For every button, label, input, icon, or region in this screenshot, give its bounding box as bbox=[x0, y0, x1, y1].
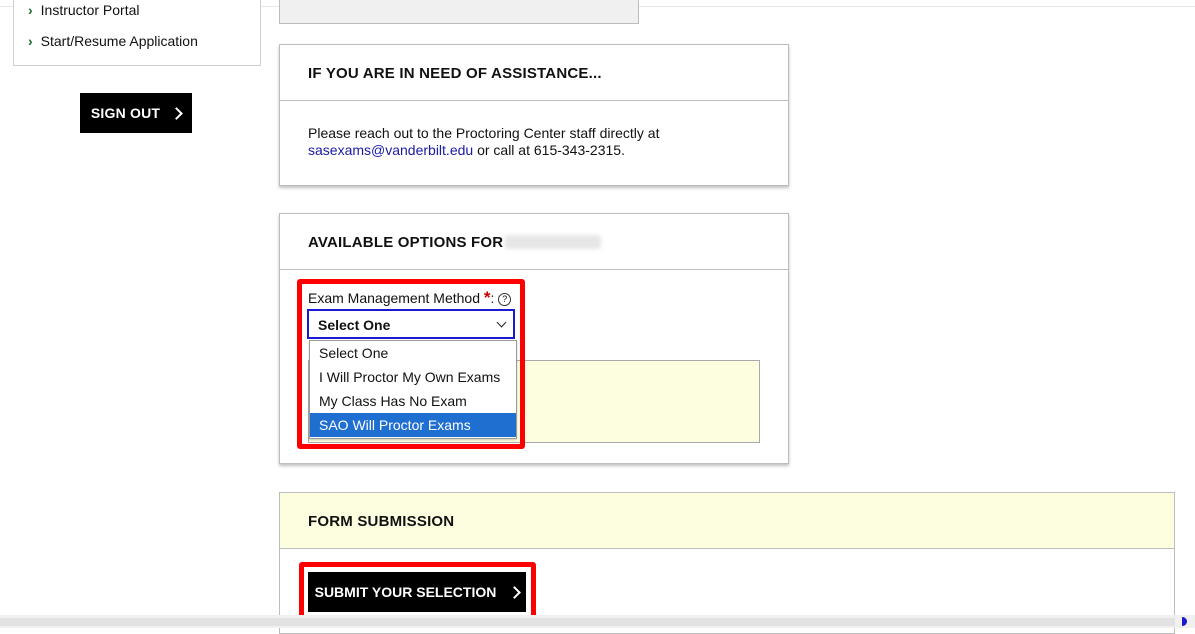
previous-panel-edge bbox=[279, 0, 639, 24]
redacted-course-name bbox=[505, 235, 602, 249]
required-asterisk: * bbox=[483, 288, 491, 307]
sidebar-item-label: Start/Resume Application bbox=[40, 33, 198, 49]
label-colon: : bbox=[490, 290, 495, 306]
panel-header: IF YOU ARE IN NEED OF ASSISTANCE... bbox=[280, 45, 788, 101]
field-label: Exam Management Method bbox=[308, 290, 480, 306]
scrollbar-thumb[interactable] bbox=[0, 618, 1175, 626]
exam-method-select[interactable]: Select One bbox=[307, 309, 515, 339]
chevron-down-icon bbox=[496, 317, 507, 328]
option-proctor-own-exams[interactable]: I Will Proctor My Own Exams bbox=[310, 365, 516, 389]
sign-out-label: SIGN OUT bbox=[90, 105, 161, 121]
support-email-link[interactable]: sasexams@vanderbilt.edu bbox=[308, 142, 473, 158]
option-select-one[interactable]: Select One bbox=[310, 341, 516, 365]
exam-method-options-list: Select One I Will Proctor My Own Exams M… bbox=[309, 340, 517, 439]
select-value: Select One bbox=[318, 317, 391, 333]
chevron-right-icon: › bbox=[28, 2, 33, 18]
panel-header: AVAILABLE OPTIONS FOR bbox=[280, 214, 788, 270]
help-icon[interactable]: ? bbox=[498, 293, 512, 306]
sidebar-item-label: Instructor Portal bbox=[40, 2, 140, 18]
assistance-text-after: or call at 615-343-2315. bbox=[473, 142, 625, 158]
sidebar-item-start-resume-application[interactable]: › Start/Resume Application bbox=[28, 33, 198, 49]
submit-label: SUBMIT YOUR SELECTION bbox=[314, 584, 497, 600]
assistance-text: Please reach out to the Proctoring Cente… bbox=[308, 125, 768, 159]
panel-header: FORM SUBMISSION bbox=[280, 493, 1174, 549]
assistance-text-before: Please reach out to the Proctoring Cente… bbox=[308, 125, 660, 141]
form-submission-panel: FORM SUBMISSION bbox=[279, 492, 1175, 634]
option-no-exam[interactable]: My Class Has No Exam bbox=[310, 389, 516, 413]
sidebar-item-instructor-portal[interactable]: › Instructor Portal bbox=[28, 2, 140, 18]
assistance-title: IF YOU ARE IN NEED OF ASSISTANCE... bbox=[308, 65, 602, 82]
chevron-right-icon bbox=[508, 585, 522, 599]
form-submission-title: FORM SUBMISSION bbox=[308, 513, 455, 530]
sign-out-button[interactable]: SIGN OUT bbox=[80, 93, 192, 133]
option-sao-proctor-exams[interactable]: SAO Will Proctor Exams bbox=[310, 413, 516, 437]
scrollbar-arrow-icon[interactable] bbox=[1182, 617, 1187, 626]
chevron-right-icon: › bbox=[28, 33, 33, 49]
sidebar-nav: › Instructor Portal › Start/Resume Applica… bbox=[13, 0, 261, 66]
submit-selection-button[interactable]: SUBMIT YOUR SELECTION bbox=[308, 572, 526, 612]
available-options-title-text: AVAILABLE OPTIONS FOR bbox=[308, 234, 504, 251]
chevron-right-icon bbox=[170, 106, 184, 120]
available-options-title: AVAILABLE OPTIONS FOR bbox=[308, 234, 602, 251]
exam-method-label: Exam Management Method *: ? bbox=[308, 288, 512, 308]
horizontal-scrollbar[interactable] bbox=[0, 615, 1195, 628]
assistance-panel: IF YOU ARE IN NEED OF ASSISTANCE... Plea… bbox=[279, 44, 789, 186]
